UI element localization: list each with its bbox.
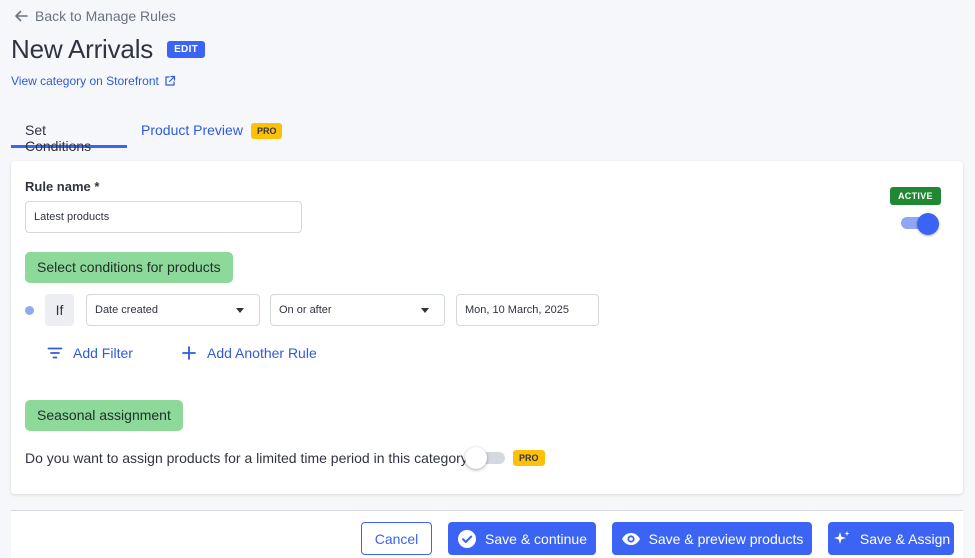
if-label: If bbox=[45, 294, 74, 326]
eye-icon bbox=[621, 532, 640, 545]
condition-operator-select[interactable]: On or after bbox=[270, 294, 445, 326]
condition-field-select[interactable]: Date created bbox=[86, 294, 260, 326]
tab-set-conditions[interactable]: Set Conditions bbox=[11, 114, 127, 154]
save-preview-button[interactable]: Save & preview products bbox=[612, 522, 812, 555]
save-continue-label: Save & continue bbox=[485, 530, 587, 547]
save-assign-label: Save & Assign bbox=[859, 530, 951, 547]
condition-dot bbox=[25, 306, 34, 315]
condition-operator-value: On or after bbox=[279, 304, 332, 316]
back-link-label: Back to Manage Rules bbox=[35, 8, 176, 24]
seasonal-section-label: Seasonal assignment bbox=[25, 400, 183, 431]
plus-icon bbox=[182, 346, 196, 360]
add-rule-label: Add Another Rule bbox=[207, 345, 317, 361]
save-preview-label: Save & preview products bbox=[648, 530, 804, 547]
cancel-button[interactable]: Cancel bbox=[361, 522, 432, 555]
view-storefront-label: View category on Storefront bbox=[11, 74, 159, 88]
filter-icon bbox=[47, 347, 63, 359]
add-filter-label: Add Filter bbox=[73, 345, 133, 361]
cancel-label: Cancel bbox=[374, 530, 419, 547]
pro-badge: PRO bbox=[513, 450, 545, 466]
tab-set-conditions-label: Set Conditions bbox=[25, 122, 92, 154]
tab-product-preview[interactable]: Product Preview PRO bbox=[127, 114, 296, 148]
condition-date-input[interactable]: Mon, 10 March, 2025 bbox=[456, 294, 599, 326]
pro-badge: PRO bbox=[250, 123, 283, 139]
seasonal-toggle-knob bbox=[465, 447, 487, 469]
back-link[interactable]: Back to Manage Rules bbox=[13, 8, 176, 24]
tab-product-preview-label: Product Preview bbox=[141, 122, 243, 138]
rule-card: Rule name * ACTIVE Select conditions for… bbox=[11, 161, 963, 494]
rule-name-input[interactable] bbox=[25, 201, 302, 233]
caret-down-icon bbox=[421, 307, 429, 313]
sparkle-icon bbox=[833, 530, 850, 544]
caret-down-icon bbox=[236, 307, 244, 313]
conditions-section-label: Select conditions for products bbox=[25, 252, 233, 283]
active-toggle-knob bbox=[917, 213, 939, 235]
status-badge: ACTIVE bbox=[890, 187, 941, 205]
external-link-icon bbox=[165, 75, 175, 86]
arrow-left-icon bbox=[15, 10, 28, 22]
save-assign-button[interactable]: Save & Assign bbox=[828, 522, 954, 555]
seasonal-question: Do you want to assign products for a lim… bbox=[25, 450, 476, 466]
page-title: New Arrivals bbox=[11, 34, 154, 64]
footer-bar: Cancel Save & continue Save & preview pr… bbox=[11, 510, 963, 558]
tab-bar: Set Conditions Product Preview PRO bbox=[11, 114, 296, 154]
add-filter-button[interactable]: Add Filter bbox=[47, 345, 133, 361]
rule-name-label: Rule name * bbox=[25, 179, 100, 194]
active-toggle[interactable] bbox=[901, 213, 939, 235]
title-row: New Arrivals EDIT bbox=[11, 34, 206, 65]
check-circle-icon bbox=[458, 529, 477, 548]
save-continue-button[interactable]: Save & continue bbox=[448, 522, 596, 555]
condition-field-value: Date created bbox=[95, 304, 158, 316]
seasonal-toggle[interactable] bbox=[465, 447, 507, 469]
add-rule-button[interactable]: Add Another Rule bbox=[181, 345, 317, 361]
view-storefront-link[interactable]: View category on Storefront bbox=[11, 74, 176, 88]
edit-badge[interactable]: EDIT bbox=[167, 41, 206, 58]
